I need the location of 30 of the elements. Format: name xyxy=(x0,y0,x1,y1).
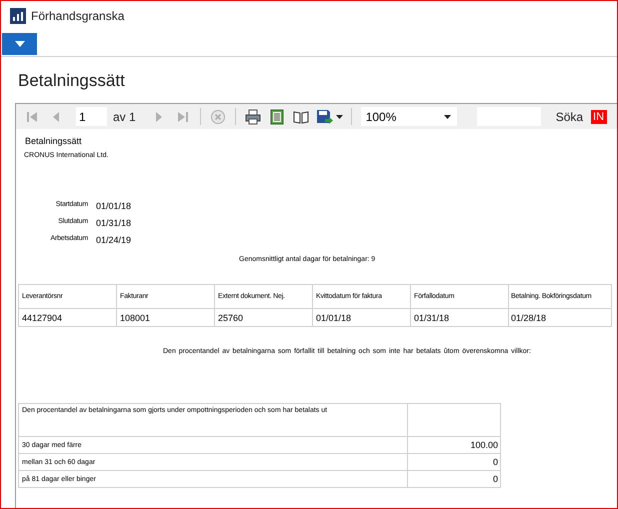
caret-icon xyxy=(336,114,343,118)
table-cell: 0 xyxy=(408,470,500,488)
date-value: 01/24/19 xyxy=(96,235,132,245)
search-label: Söka xyxy=(556,110,584,124)
window-title: Förhandsgranska xyxy=(31,9,124,23)
menu-dropdown-button[interactable] xyxy=(2,33,37,55)
page-count: av 1 xyxy=(113,110,136,124)
table-cell: 25760 xyxy=(214,308,312,326)
app-logo-icon xyxy=(10,8,26,24)
page-number-field[interactable]: 1 xyxy=(76,107,107,126)
caret-icon xyxy=(444,114,451,118)
stop-icon xyxy=(210,108,226,124)
report-title: Betalningssätt xyxy=(25,136,83,146)
table-cell: 0 xyxy=(408,454,500,470)
table-cell: 01/31/18 xyxy=(410,308,508,326)
table-cell: 01/01/18 xyxy=(312,308,410,326)
table-cell: 01/28/18 xyxy=(508,308,612,326)
find-highlight: IN xyxy=(591,110,608,124)
date-value: 01/01/18 xyxy=(96,201,132,211)
zoom-dropdown[interactable]: 100% xyxy=(360,107,457,126)
save-icon xyxy=(316,108,333,124)
date-value: 01/31/18 xyxy=(96,218,132,228)
table-cell: 44127904 xyxy=(18,308,116,326)
caret-icon xyxy=(14,41,24,47)
page-title: Betalningssätt xyxy=(18,71,126,92)
table-cell: 108001 xyxy=(116,308,214,326)
table-cell: 100.00 xyxy=(408,436,500,454)
page-setup-icon xyxy=(268,108,285,124)
print-icon xyxy=(244,108,261,124)
open-book-icon xyxy=(292,108,309,124)
